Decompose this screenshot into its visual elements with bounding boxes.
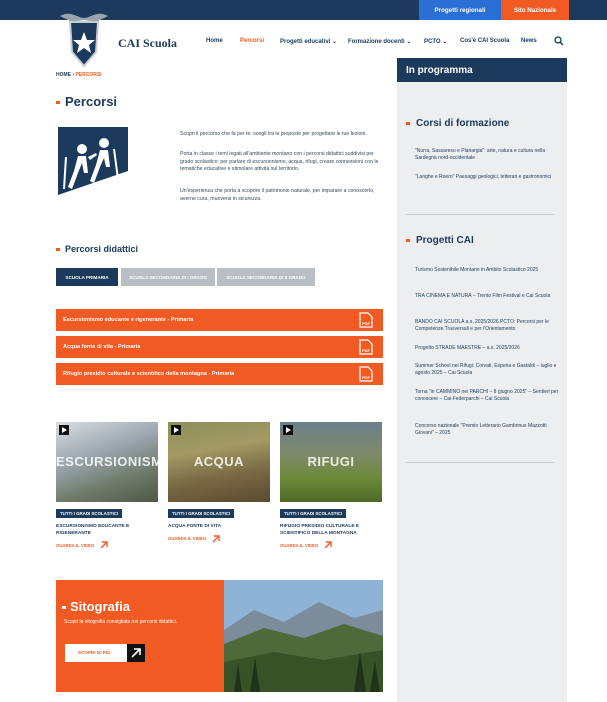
arrow-up-right-icon [100,541,108,549]
sidebar-course-link[interactable]: "Nurra, Sassareso e Planargia": arte, na… [415,148,559,162]
title-marker [406,121,410,125]
video-card[interactable]: RIFUGI TUTTI I GRADI SCOLASTICI RIFUGIO … [280,422,382,549]
sitografia-subtitle: Scopri la sitografia consigliata nei per… [64,619,178,625]
course-label: Rifugio presidio culturale e scientifico… [63,371,235,377]
intro-paragraph-2: Porta in classe i temi legati all'ambien… [180,151,379,172]
nav-home[interactable]: Home [206,38,223,44]
cai-logo-icon[interactable] [56,8,112,70]
divider [406,214,554,215]
video-title[interactable]: ESCURSIONISMO EDUCANTE E RIGENERANTE [56,524,158,537]
watch-video-label: GUARDA IL VIDEO [168,536,207,541]
video-thumbnail[interactable]: ACQUA [168,422,270,502]
national-site-button[interactable]: Sito Nazionale [501,0,569,20]
title-marker [406,238,410,242]
play-icon[interactable] [171,425,181,435]
play-icon[interactable] [59,425,69,435]
sidebar-project-link[interactable]: Turismo Sostenibile Montano in Ambito Sc… [415,267,559,274]
svg-text:PDF: PDF [362,375,371,380]
grade-badge: TUTTI I GRADI SCOLASTICI [56,509,123,518]
sidebar: In programma Corsi di formazione "Nurra,… [397,58,567,702]
watch-video-label: GUARDA IL VIDEO [280,542,319,548]
video-title[interactable]: ACQUA FONTE DI VITA [168,524,270,531]
course-row[interactable]: Rifugio presidio culturale e scientifico… [56,363,383,385]
courses-title-text: Corsi di formazione [416,118,510,129]
svg-text:PDF: PDF [362,348,371,353]
title-marker [56,248,60,252]
projects-regional-button[interactable]: Progetti regionali [419,0,501,20]
sidebar-project-link[interactable]: Progetto STRADE MAESTRE – a.s. 2025/2026 [415,345,559,352]
video-thumbnail[interactable]: ESCURSIONISMO [56,422,158,502]
sidebar-course-link[interactable]: "Langhe e Roero" Paesaggi geologici, let… [415,174,559,181]
pdf-icon[interactable]: PDF [359,312,373,328]
watch-video-label: GUARDA IL VIDEO [56,542,95,548]
didactic-title-text: Percorsi didattici [65,244,139,254]
nav-percorsi[interactable]: Percorsi [240,38,264,44]
course-label: Acqua fonte di vita - Primaria [63,344,141,350]
watch-video-link[interactable]: GUARDA IL VIDEO [168,534,270,543]
didactic-title: Percorsi didattici [56,244,138,254]
mountain-landscape-image [224,580,383,692]
tab-secondaria-primo-grado[interactable]: SCUOLA SECONDARIA DI I GRADO [121,268,215,286]
video-overlay-text: RIFUGI [307,454,355,469]
sidebar-heading: In programma [397,58,567,82]
arrow-up-right-icon [127,644,145,662]
video-title[interactable]: RIFUGIO PRESIDIO CULTURALE E SCIENTIFICO… [280,524,382,537]
video-thumbnail[interactable]: RIFUGI [280,422,382,502]
projects-title: Progetti CAI [406,235,474,246]
sitografia-title: Sitografia [62,599,130,614]
page-title: Percorsi [56,94,117,109]
course-label: Escursionismo educante e rigenerante - P… [63,317,194,323]
projects-title-text: Progetti CAI [416,235,474,246]
courses-title: Corsi di formazione [406,118,509,129]
sidebar-project-link[interactable]: Summer School nei Rifugi: Corvati, Esper… [415,363,559,377]
sidebar-project-link[interactable]: Torna "in CAMMINO nei PARCHI – 8 giugno … [415,389,559,403]
play-icon[interactable] [283,425,293,435]
divider [406,462,554,463]
arrow-up-right-icon [324,541,332,549]
course-row[interactable]: Acqua fonte di vita - Primaria PDF [56,336,383,358]
brand-name[interactable]: CAI Scuola [118,36,177,51]
course-row[interactable]: Escursionismo educante e rigenerante - P… [56,309,383,331]
video-card[interactable]: ACQUA TUTTI I GRADI SCOLASTICI ACQUA FON… [168,422,270,543]
intro-paragraph-3: Un'esperienza che porta a scoprire il pa… [180,188,375,202]
video-card[interactable]: ESCURSIONISMO TUTTI I GRADI SCOLASTICI E… [56,422,158,549]
sidebar-project-link[interactable]: Concorso nazionale "Premio Letterario Ga… [415,423,559,437]
title-marker [56,101,60,105]
breadcrumb-current: PERCORSI [75,72,102,78]
tab-scuola-primaria[interactable]: SCUOLA PRIMARIA [56,268,118,286]
svg-text:PDF: PDF [362,321,371,326]
sitografia-title-text: Sitografia [70,599,130,614]
watch-video-link[interactable]: GUARDA IL VIDEO [56,541,158,549]
sitografia-banner: Sitografia Scopri la sitografia consigli… [56,580,383,692]
hikers-icon [58,127,128,207]
sidebar-project-link[interactable]: TRA CINEMA E NATURA – Trento Film Festiv… [415,293,559,300]
intro-paragraph-1: Scopri il percorso che fa per te: scegli… [180,131,367,137]
sidebar-project-link[interactable]: BANDO CAI SCUOLA a.s. 2025/2026 PCTO: Pe… [415,319,559,333]
search-icon[interactable] [554,36,564,46]
pdf-icon[interactable]: PDF [359,366,373,382]
video-overlay-text: ESCURSIONISMO [56,454,158,469]
breadcrumb: HOME › PERCORSI [56,72,102,78]
grade-badge: TUTTI I GRADI SCOLASTICI [280,509,347,518]
page-title-text: Percorsi [65,94,118,109]
video-overlay-text: ACQUA [193,454,245,469]
discover-more-button[interactable]: SCOPRI DI PIÙ [65,644,145,662]
pdf-icon[interactable]: PDF [359,339,373,355]
nav-news[interactable]: News [521,38,537,44]
grade-badge: TUTTI I GRADI SCOLASTICI [168,509,235,518]
nav-pcto[interactable]: PCTO ⌄ [424,38,447,45]
watch-video-link[interactable]: GUARDA IL VIDEO [280,541,382,549]
tab-secondaria-secondo-grado[interactable]: SCUOLA SECONDARIA DI II GRADO [217,268,315,286]
title-marker [62,606,66,610]
nav-formazione-docenti[interactable]: Formazione docenti ⌄ [348,38,411,45]
breadcrumb-home[interactable]: HOME [56,72,71,78]
nav-cose-cai-scuola[interactable]: Cos'è CAI Scuola [460,38,509,44]
nav-progetti-educativi[interactable]: Progetti educativi ⌄ [280,38,337,45]
discover-more-label: SCOPRI DI PIÙ [78,650,111,655]
arrow-up-right-icon [212,534,220,542]
